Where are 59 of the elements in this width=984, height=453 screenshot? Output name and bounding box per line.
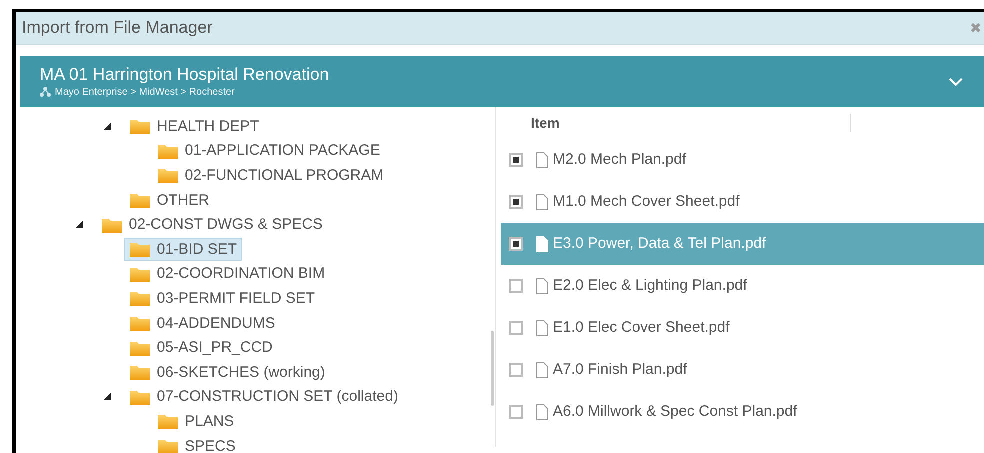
folder-item[interactable]: 02-CONST DWGS & SPECS (96, 213, 328, 236)
file-row[interactable]: E1.0 Elec Cover Sheet.pdf (501, 307, 984, 349)
file-row[interactable]: A6.0 Millwork & Spec Const Plan.pdf (501, 391, 984, 433)
file-icon (536, 320, 549, 336)
collapse-arrow-icon[interactable] (104, 393, 111, 400)
checkbox[interactable] (509, 279, 523, 293)
folder-icon (129, 314, 151, 332)
file-icon (536, 152, 549, 168)
folder-item[interactable]: 05-ASI_PR_CCD (124, 336, 278, 360)
file-name: E2.0 Elec & Lighting Plan.pdf (553, 276, 748, 296)
collapse-arrow-icon[interactable] (104, 122, 111, 130)
folder-icon (157, 437, 179, 453)
file-name: A7.0 Finish Plan.pdf (553, 360, 688, 380)
folder-item[interactable]: 02-FUNCTIONAL PROGRAM (152, 164, 389, 187)
file-icon (536, 236, 549, 252)
folder-item[interactable]: 01-BID SET (124, 238, 242, 261)
checkbox[interactable] (509, 195, 523, 209)
folder-item[interactable]: 01-APPLICATION PACKAGE (152, 139, 386, 162)
column-header[interactable]: Item (531, 112, 560, 134)
folder-item[interactable]: 03-PERMIT FIELD SET (124, 286, 320, 310)
chevron-down-icon[interactable] (948, 76, 964, 86)
file-row[interactable]: A7.0 Finish Plan.pdf (501, 349, 984, 391)
checkbox[interactable] (509, 237, 523, 251)
dialog-title: Import from File Manager (22, 17, 213, 40)
folder-icon (129, 363, 151, 382)
folder-icon (129, 240, 151, 258)
file-name: A6.0 Millwork & Spec Const Plan.pdf (553, 402, 798, 422)
file-row[interactable]: M1.0 Mech Cover Sheet.pdf (501, 181, 984, 223)
file-icon (536, 194, 549, 210)
checkbox[interactable] (509, 153, 523, 167)
folder-item[interactable]: HEALTH DEPT (124, 114, 264, 138)
folder-icon (157, 412, 179, 430)
checkbox[interactable] (509, 321, 523, 335)
hierarchy-icon (40, 87, 51, 97)
project-path: Mayo Enterprise > MidWest > Rochester (55, 86, 235, 100)
folder-item[interactable]: 02-COORDINATION BIM (124, 262, 330, 286)
file-row[interactable]: M2.0 Mech Plan.pdf (501, 139, 984, 181)
file-name: M2.0 Mech Plan.pdf (553, 150, 686, 170)
checkbox[interactable] (509, 405, 523, 419)
file-icon (536, 278, 549, 294)
folder-item[interactable]: 04-ADDENDUMS (124, 312, 280, 335)
project-title: MA 01 Harrington Hospital Renovation (40, 64, 330, 84)
file-icon (536, 404, 549, 420)
file-name: E3.0 Power, Data & Tel Plan.pdf (553, 234, 766, 254)
folder-item[interactable]: 06-SKETCHES (working) (124, 360, 330, 384)
folder-icon (129, 191, 151, 210)
file-row[interactable]: E2.0 Elec & Lighting Plan.pdf (501, 265, 984, 307)
folder-icon (129, 117, 151, 136)
folder-icon (157, 166, 179, 184)
file-name: E1.0 Elec Cover Sheet.pdf (553, 318, 730, 338)
folder-item[interactable]: SPECS (152, 434, 241, 453)
file-name: M1.0 Mech Cover Sheet.pdf (553, 192, 740, 212)
collapse-arrow-icon[interactable] (76, 221, 83, 228)
folder-item[interactable]: 07-CONSTRUCTION SET (collated) (124, 385, 404, 408)
folder-icon (129, 289, 151, 308)
folder-item[interactable]: PLANS (152, 410, 240, 433)
folder-item[interactable]: OTHER (124, 188, 214, 212)
file-icon (536, 362, 549, 378)
checkbox[interactable] (509, 363, 523, 377)
